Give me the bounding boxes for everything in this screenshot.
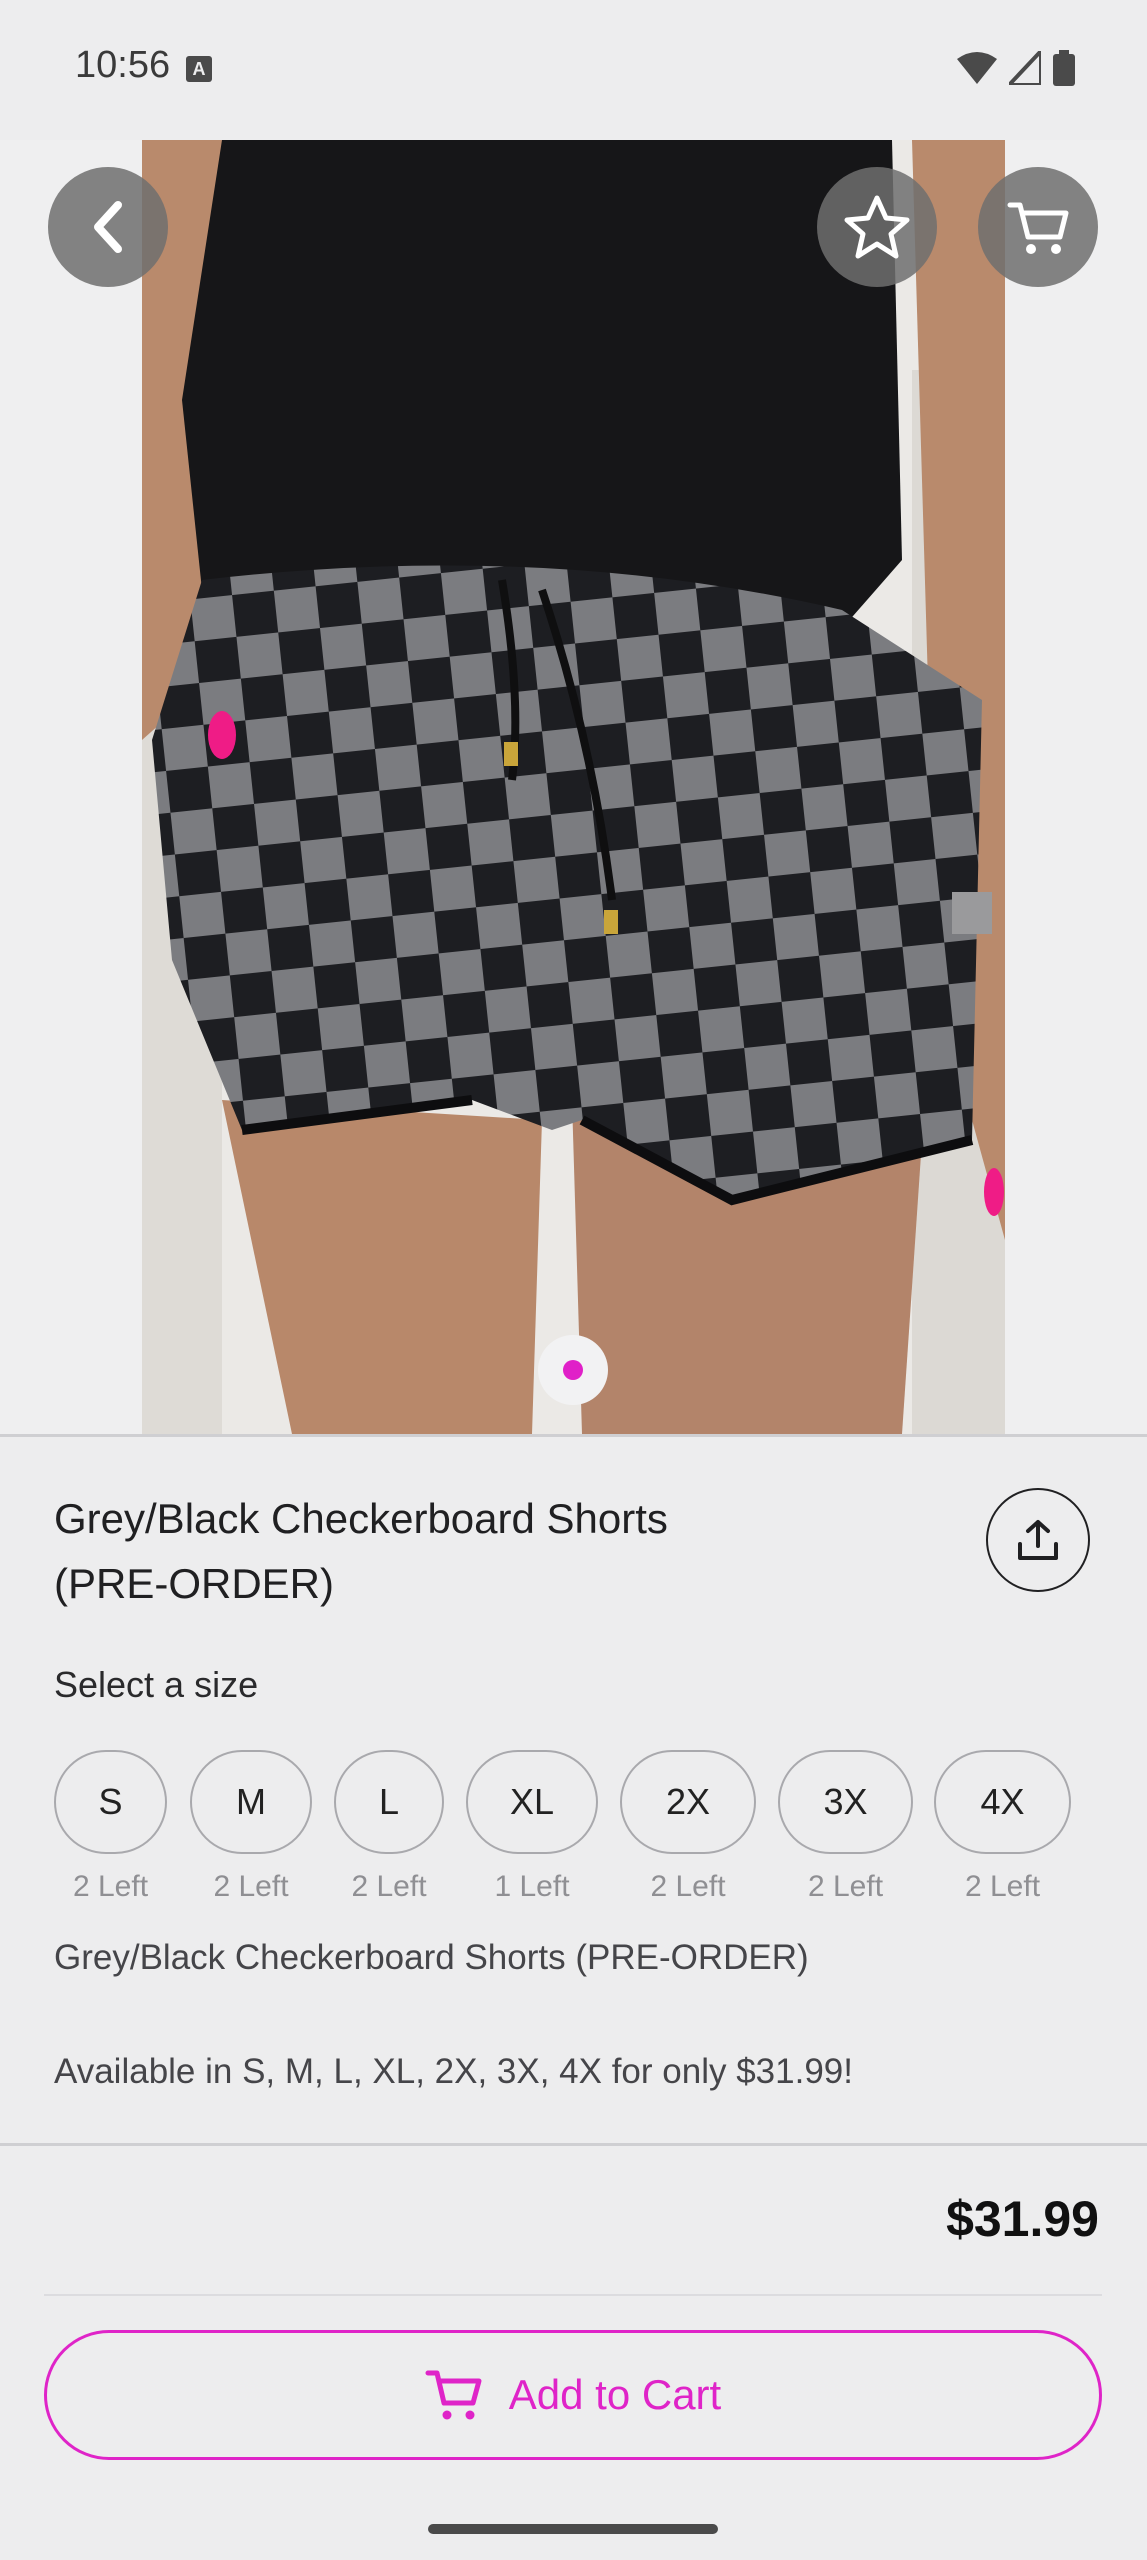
product-description-availability: Available in S, M, L, XL, 2X, 3X, 4X for… xyxy=(54,2052,853,2091)
status-time: 10:56 xyxy=(75,44,171,86)
size-label: 2X xyxy=(665,1781,711,1822)
signal-icon xyxy=(1009,51,1041,85)
product-description-title: Grey/Black Checkerboard Shorts (PRE-ORDE… xyxy=(54,1938,809,1977)
size-stock-2x: 2 Left xyxy=(650,1870,726,1903)
size-label: XL xyxy=(509,1781,555,1822)
size-stock-xl: 1 Left xyxy=(494,1870,570,1903)
share-icon xyxy=(1018,1520,1058,1560)
carousel-page-indicator[interactable] xyxy=(538,1335,608,1405)
size-label: M xyxy=(236,1781,266,1822)
add-to-cart-label: Add to Cart xyxy=(508,2371,722,2418)
size-option-4x[interactable]: 4X xyxy=(934,1750,1071,1854)
battery-icon xyxy=(1053,50,1075,86)
add-to-cart-icon xyxy=(425,2370,482,2420)
back-button[interactable] xyxy=(48,167,168,287)
size-option-3x[interactable]: 3X xyxy=(778,1750,913,1854)
size-stock-s: 2 Left xyxy=(72,1870,149,1903)
size-option-s[interactable]: S xyxy=(54,1750,167,1854)
product-title: Grey/Black Checkerboard Shorts (PRE-ORDE… xyxy=(54,1495,668,1607)
status-bar: 10:56 A xyxy=(0,0,1147,140)
select-size-label: Select a size xyxy=(54,1664,259,1705)
size-stock-3x: 2 Left xyxy=(807,1870,884,1903)
star-icon xyxy=(844,195,910,259)
favorite-button[interactable] xyxy=(817,167,937,287)
size-option-2x[interactable]: 2X xyxy=(620,1750,756,1854)
product-photo-illustration xyxy=(142,140,1005,1434)
divider xyxy=(0,2143,1147,2146)
wifi-icon xyxy=(957,52,997,84)
status-icons xyxy=(957,50,1075,86)
size-stock-m: 2 Left xyxy=(213,1870,289,1903)
size-stock-4x: 2 Left xyxy=(964,1870,1041,1903)
carousel-dot-active xyxy=(563,1360,583,1380)
size-label: L xyxy=(378,1781,400,1822)
size-option-m[interactable]: M xyxy=(190,1750,312,1854)
product-image-carousel[interactable] xyxy=(0,140,1147,1434)
size-label: 4X xyxy=(980,1781,1025,1822)
product-price: $31.99 xyxy=(946,2191,1099,2247)
cart-button[interactable] xyxy=(978,167,1098,287)
size-stock-l: 2 Left xyxy=(351,1870,427,1903)
back-icon xyxy=(94,201,122,253)
divider xyxy=(44,2294,1102,2296)
cart-icon xyxy=(1007,202,1069,254)
size-label: S xyxy=(98,1781,123,1822)
add-to-cart-button[interactable]: Add to Cart xyxy=(44,2330,1102,2460)
share-button[interactable] xyxy=(986,1488,1090,1592)
keyboard-a-icon: A xyxy=(186,56,212,82)
divider xyxy=(0,1434,1147,1437)
product-photo xyxy=(142,140,1005,1434)
size-option-xl[interactable]: XL xyxy=(466,1750,598,1854)
size-option-l[interactable]: L xyxy=(334,1750,444,1854)
home-indicator[interactable] xyxy=(428,2524,718,2534)
size-label: 3X xyxy=(823,1781,868,1822)
